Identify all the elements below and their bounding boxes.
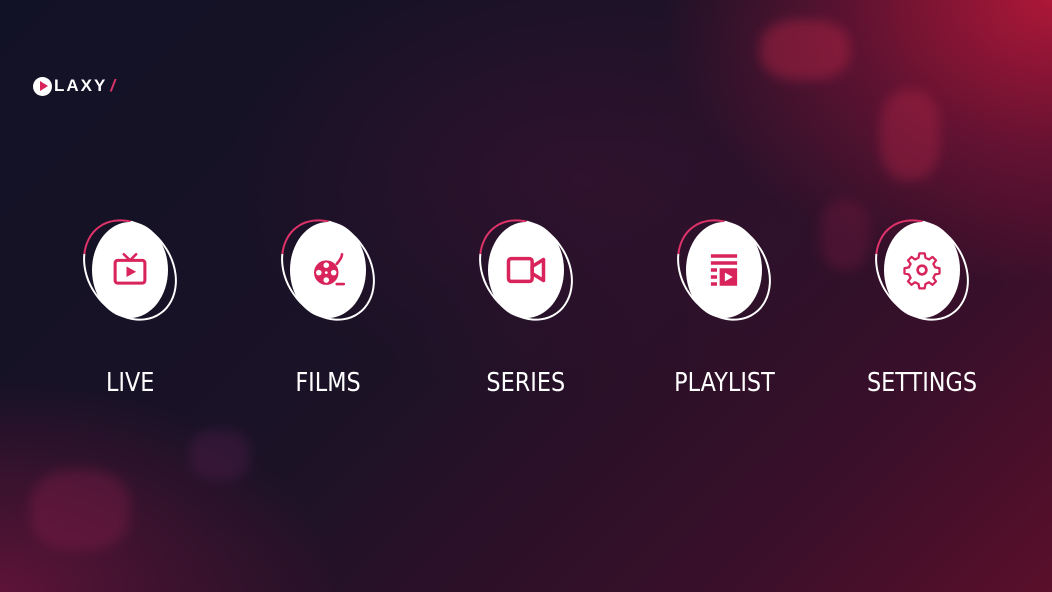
menu-item-ring [681,216,767,324]
background-bokeh [880,90,940,180]
menu-item-circle [686,222,762,318]
menu-item-circle [488,222,564,318]
menu-item-label: LIVE [105,368,155,398]
menu-item-ring [483,216,569,324]
menu-item-label: SETTINGS [866,368,978,398]
menu-item-circle [92,222,168,318]
menu-item-live[interactable]: LIVE [45,216,215,416]
tv-icon [113,252,147,285]
menu-item-series[interactable]: SERIES [441,216,611,416]
playlist-icon [710,254,738,286]
menu-item-circle [884,222,960,318]
menu-item-films[interactable]: FILMS [243,216,413,416]
menu-item-settings[interactable]: SETTINGS [837,216,1007,416]
logo-text: LAXY [54,76,108,95]
background-bokeh [760,20,850,80]
play-logo-icon [33,76,52,96]
gear-icon [903,252,941,290]
menu-item-ring [285,216,371,324]
menu-item-label: FILMS [295,368,361,398]
menu-item-label: PLAYLIST [673,368,775,398]
menu-item-ring [879,216,965,324]
main-menu: LIVE FILMS SERIES PLAYLIST SETTINGS [0,216,1052,416]
background-bokeh [190,430,250,480]
background-bokeh [30,470,130,550]
menu-item-label: SERIES [486,368,566,398]
app-logo: LAXY / [33,76,117,96]
menu-item-ring [87,216,173,324]
menu-item-playlist[interactable]: PLAYLIST [639,216,809,416]
film-reel-icon [314,252,346,286]
video-camera-icon [506,256,546,284]
logo-accent: / [110,76,118,95]
menu-item-circle [290,222,366,318]
